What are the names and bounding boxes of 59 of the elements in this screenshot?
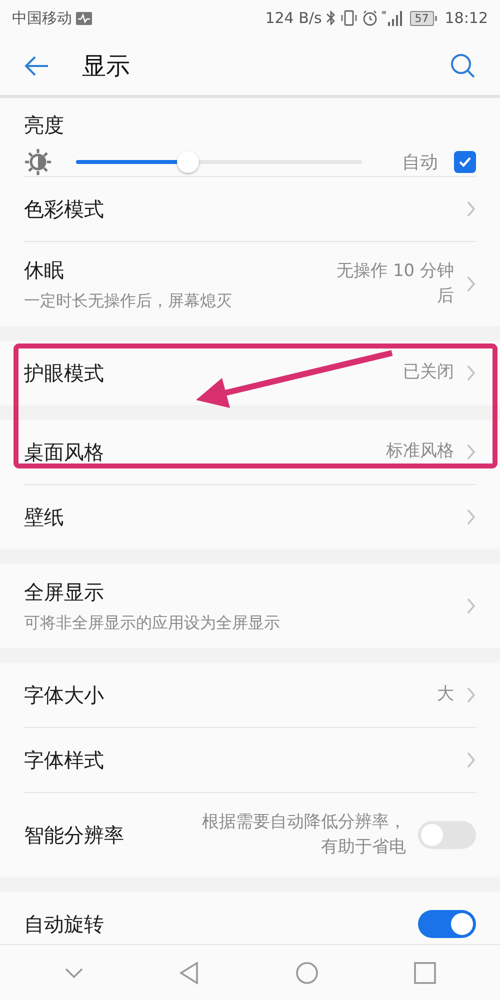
alarm-icon <box>362 10 378 26</box>
brightness-label: 亮度 <box>24 112 65 139</box>
row-value: 大 <box>437 683 454 706</box>
settings-row[interactable]: 字体样式 <box>0 728 500 792</box>
auto-checkbox[interactable] <box>454 151 476 173</box>
check-icon <box>458 156 472 168</box>
carrier-label: 中国移动 <box>12 8 72 29</box>
brightness-icon <box>24 148 52 176</box>
settings-row[interactable]: 字体大小 大 <box>0 663 500 727</box>
chevron-icon <box>466 275 476 293</box>
row-title: 全屏显示 <box>24 579 104 606</box>
chevron-icon <box>466 443 476 461</box>
row-subtitle: 一定时长无操作后，屏幕熄灭 <box>24 290 232 312</box>
row-value: 标准风格 <box>386 440 454 464</box>
bluetooth-icon <box>326 10 336 26</box>
row-subtitle: 可将非全屏显示的应用设为全屏显示 <box>24 612 280 634</box>
settings-row[interactable]: 全屏显示 可将非全屏显示的应用设为全屏显示 <box>0 564 500 648</box>
settings-row[interactable]: 壁纸 <box>0 485 500 549</box>
row-title: 壁纸 <box>24 504 64 531</box>
row-title: 色彩模式 <box>24 196 104 223</box>
row-title: 休眠 <box>24 257 64 284</box>
chevron-icon <box>466 751 476 769</box>
page-title: 显示 <box>82 50 130 82</box>
toggle-switch[interactable] <box>418 910 476 938</box>
settings-row[interactable]: 自动旋转 <box>0 892 500 944</box>
clock-time: 18:12 <box>444 8 488 29</box>
toggle-switch[interactable] <box>418 821 476 849</box>
row-title: 字体样式 <box>24 747 104 774</box>
back-icon[interactable] <box>179 960 200 984</box>
row-value: 已关闭 <box>403 361 454 384</box>
network-speed: 124 B/s <box>265 8 322 29</box>
chevron-icon <box>466 508 476 526</box>
vibrate-icon <box>340 10 358 26</box>
chevron-icon <box>466 364 476 382</box>
settings-row[interactable]: 护眼模式 已关闭 <box>0 341 500 405</box>
chevron-icon <box>466 597 476 615</box>
signal-icon <box>382 10 402 26</box>
auto-label: 自动 <box>402 150 438 174</box>
brightness-slider[interactable] <box>76 150 362 174</box>
row-value: 根据需要自动降低分辨率，有助于省电 <box>201 810 406 859</box>
settings-row[interactable]: 色彩模式 <box>0 177 500 241</box>
row-title: 桌面风格 <box>24 439 104 466</box>
activity-icon <box>76 12 92 24</box>
recents-icon[interactable] <box>414 962 436 984</box>
search-icon[interactable] <box>450 52 476 78</box>
settings-row[interactable]: 桌面风格 标准风格 <box>0 420 500 484</box>
back-arrow-icon[interactable] <box>24 54 50 76</box>
battery-indicator: 57 <box>410 10 437 26</box>
collapse-icon[interactable] <box>64 966 84 978</box>
home-icon[interactable] <box>294 960 319 984</box>
settings-row[interactable]: 智能分辨率 根据需要自动降低分辨率，有助于省电 <box>0 793 500 877</box>
chevron-icon <box>466 686 476 704</box>
row-title: 字体大小 <box>24 682 104 709</box>
chevron-icon <box>466 200 476 218</box>
row-value: 无操作 10 分钟后 <box>336 260 454 308</box>
row-title: 智能分辨率 <box>24 822 124 849</box>
settings-row[interactable]: 休眠 一定时长无操作后，屏幕熄灭 无操作 10 分钟后 <box>0 242 500 326</box>
row-title: 自动旋转 <box>24 911 104 938</box>
row-title: 护眼模式 <box>24 360 104 387</box>
